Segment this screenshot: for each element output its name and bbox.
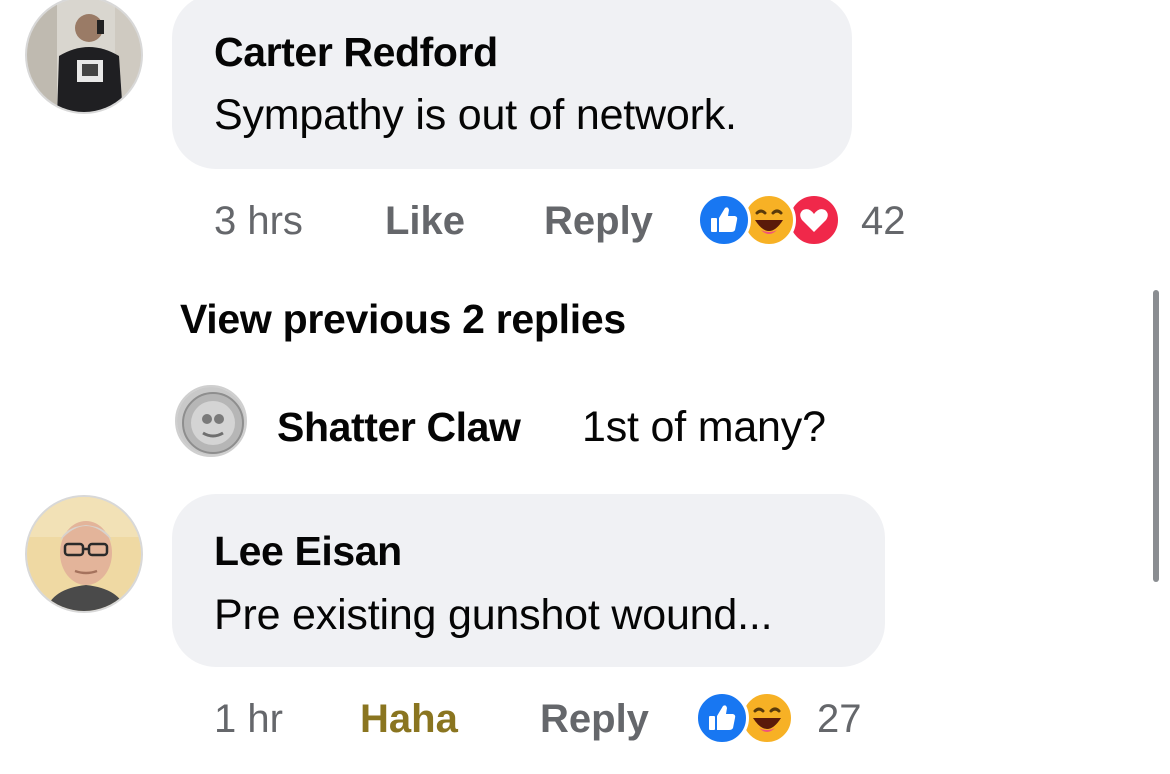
reply-button[interactable]: Reply: [544, 201, 653, 241]
comment-timestamp[interactable]: 3 hrs: [214, 201, 303, 241]
comment-bubble: [172, 0, 852, 169]
reaction-summary[interactable]: 27: [695, 691, 885, 749]
comment-author[interactable]: Carter Redford: [214, 32, 498, 73]
scrollbar-thumb[interactable]: [1153, 290, 1159, 582]
avatar-carter-redford[interactable]: [25, 0, 143, 114]
comment-text: Pre existing gunshot wound...: [214, 591, 773, 639]
comment-bubble: [172, 494, 885, 667]
reaction-count: 27: [817, 697, 862, 741]
comment-timestamp[interactable]: 1 hr: [214, 699, 283, 739]
avatar-shatter-claw[interactable]: [175, 385, 247, 457]
comment-text: Sympathy is out of network.: [214, 91, 737, 139]
like-button[interactable]: Like: [385, 201, 465, 241]
avatar-image: [27, 0, 141, 112]
avatar-image: [177, 387, 245, 455]
avatar-lee-eisan[interactable]: [25, 495, 143, 613]
view-previous-replies-link[interactable]: View previous 2 replies: [180, 299, 626, 340]
like-icon: [695, 691, 749, 745]
reply-text: 1st of many?: [582, 403, 826, 451]
reaction-summary[interactable]: 42: [697, 193, 927, 251]
comment-author[interactable]: Lee Eisan: [214, 531, 402, 572]
avatar-image: [27, 497, 141, 611]
reply-button[interactable]: Reply: [540, 699, 649, 739]
reply-author[interactable]: Shatter Claw: [277, 407, 521, 448]
like-icon: [697, 193, 751, 247]
haha-reacted-button[interactable]: Haha: [360, 699, 458, 739]
reaction-count: 42: [861, 199, 906, 243]
